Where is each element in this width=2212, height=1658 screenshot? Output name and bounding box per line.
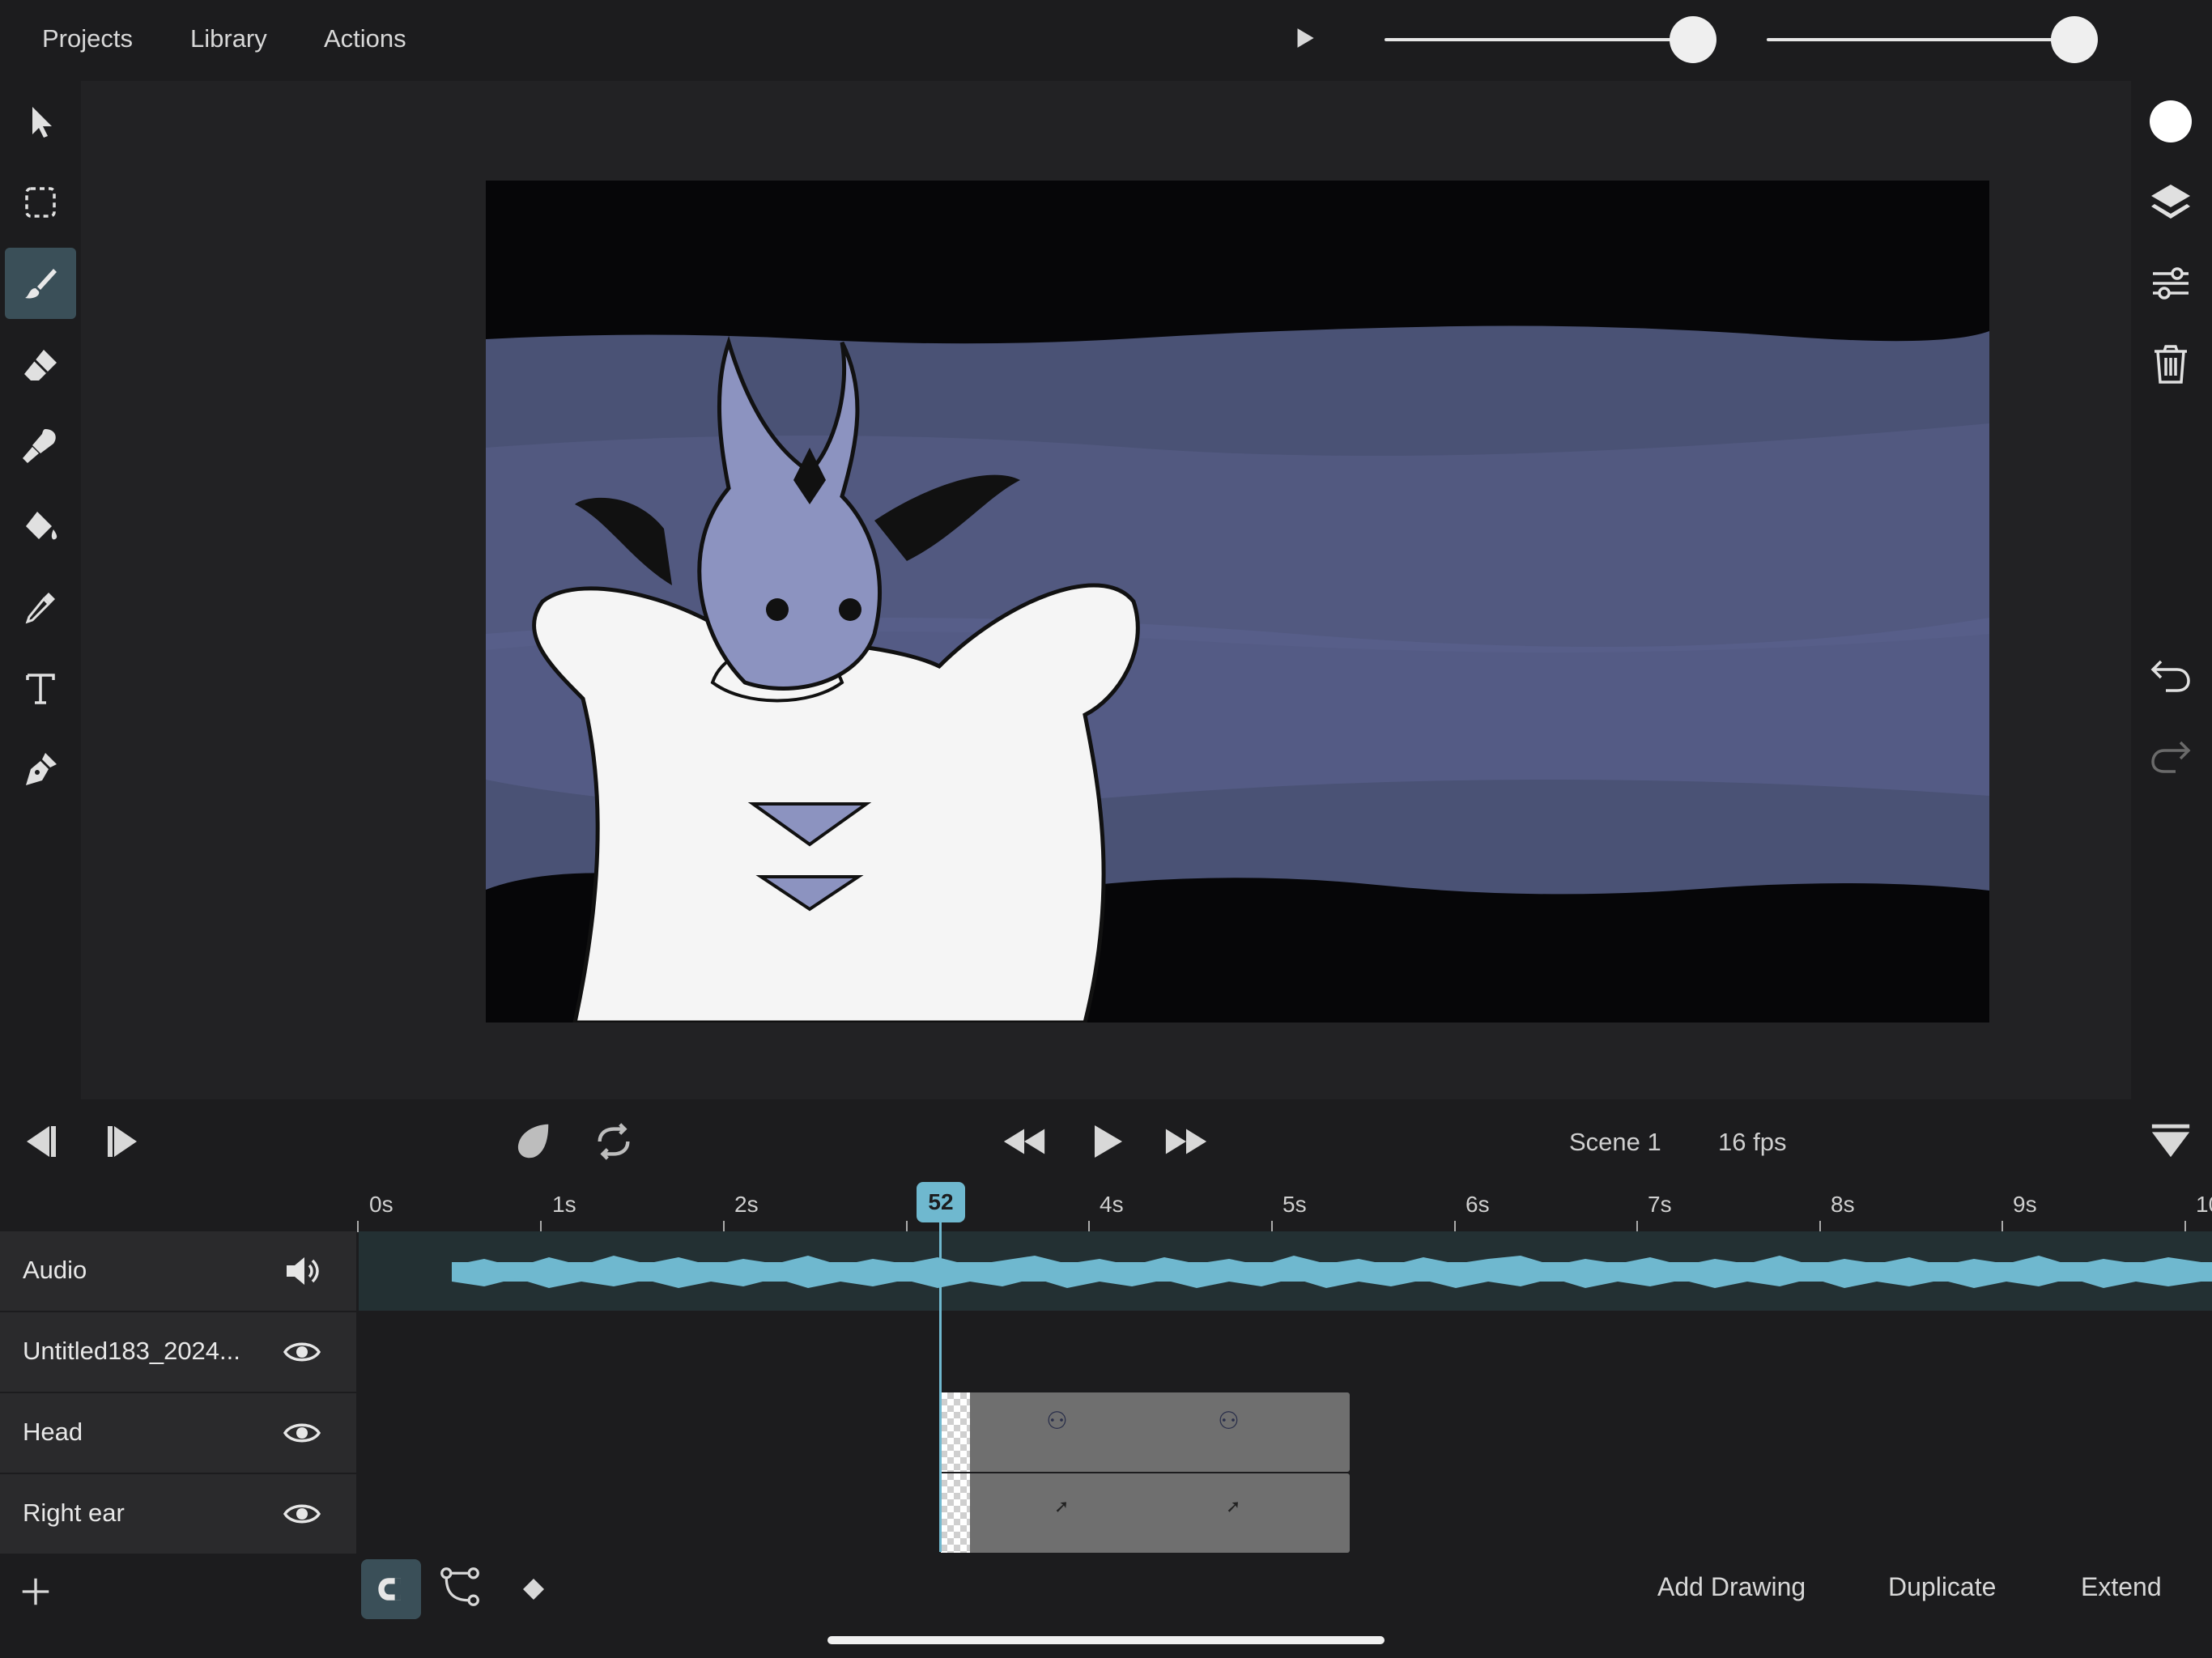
tick-1s: 1s — [552, 1192, 576, 1217]
track-right-ear[interactable]: Right ear — [0, 1474, 356, 1554]
brush-size-slider-knob[interactable] — [1670, 16, 1716, 63]
track-name: Untitled183_2024... — [23, 1337, 240, 1365]
tick-mark — [1819, 1221, 1821, 1232]
collapse-timeline-icon[interactable] — [2146, 1113, 2196, 1170]
motion-path-icon[interactable] — [439, 1566, 487, 1614]
playhead-frame-number: 52 — [928, 1189, 954, 1214]
audio-waveform[interactable] — [452, 1249, 2212, 1295]
tick-8s: 8s — [1831, 1192, 1855, 1217]
eyedropper-icon[interactable] — [5, 572, 76, 643]
add-drawing-button[interactable]: Add Drawing — [1657, 1572, 1806, 1602]
frame-thumbnail — [941, 1473, 970, 1553]
tick-10s: 10s — [2196, 1192, 2212, 1217]
menu-actions[interactable]: Actions — [324, 24, 406, 53]
character-drawing — [532, 335, 1140, 1022]
smudge-icon[interactable] — [5, 410, 76, 481]
select-arrow-icon[interactable] — [5, 86, 76, 157]
playhead-line[interactable] — [939, 1218, 942, 1552]
eraser-icon[interactable] — [5, 329, 76, 400]
brush-size-slider[interactable] — [1385, 38, 1692, 41]
tick-10s-clip: 10s — [2196, 1192, 2212, 1221]
menu-library[interactable]: Library — [190, 24, 267, 53]
marquee-select-icon[interactable] — [5, 167, 76, 238]
undo-icon[interactable] — [2142, 646, 2199, 703]
tick-0s: 0s — [369, 1192, 393, 1217]
tick-7s: 7s — [1648, 1192, 1672, 1217]
add-track-icon[interactable] — [18, 1574, 55, 1611]
brush-icon[interactable] — [5, 248, 76, 319]
tick-mark — [1454, 1221, 1456, 1232]
frame-thumbnail: ➚ — [1226, 1496, 1241, 1516]
adjustments-icon[interactable] — [2142, 255, 2199, 312]
head-drawing-clip[interactable]: ⚇ ⚇ — [941, 1392, 1350, 1472]
track-head[interactable]: Head — [0, 1393, 356, 1473]
keyframe-icon[interactable] — [521, 1577, 547, 1603]
menu-projects[interactable]: Projects — [42, 24, 133, 53]
track-untitled183[interactable]: Untitled183_2024... — [0, 1312, 356, 1392]
track-name: Head — [23, 1418, 83, 1446]
opacity-slider[interactable] — [1767, 38, 2074, 41]
audio-track-lane[interactable] — [359, 1231, 2212, 1311]
tick-mark — [1636, 1221, 1638, 1232]
loop-icon[interactable] — [589, 1113, 638, 1170]
trash-icon[interactable] — [2142, 336, 2199, 393]
frame-thumbnail — [941, 1392, 970, 1472]
tick-9s: 9s — [2013, 1192, 2037, 1217]
duplicate-button[interactable]: Duplicate — [1888, 1572, 1996, 1602]
track-audio[interactable]: Audio — [0, 1231, 356, 1311]
eye-icon[interactable] — [282, 1332, 322, 1372]
tick-mark — [540, 1221, 542, 1232]
right-ear-drawing-clip[interactable]: ➚ ➚ — [941, 1473, 1350, 1553]
speaker-icon[interactable] — [282, 1251, 322, 1291]
play-icon[interactable] — [1089, 1113, 1126, 1170]
tick-mark — [723, 1221, 725, 1232]
fast-forward-icon[interactable] — [1162, 1113, 1210, 1170]
paint-bucket-icon[interactable] — [5, 491, 76, 562]
eye-icon[interactable] — [282, 1413, 322, 1453]
extend-button[interactable]: Extend — [2081, 1572, 2162, 1602]
fps-label[interactable]: 16 fps — [1718, 1128, 1786, 1157]
opacity-slider-knob[interactable] — [2051, 16, 2098, 63]
tick-4s: 4s — [1100, 1192, 1124, 1217]
color-swatch-icon[interactable] — [2142, 93, 2199, 150]
track-name: Audio — [23, 1256, 87, 1284]
tick-5s: 5s — [1283, 1192, 1307, 1217]
tick-mark — [357, 1221, 359, 1232]
frame-thumbnail: ⚇ — [1046, 1408, 1068, 1435]
tick-mark — [2184, 1221, 2186, 1232]
layers-icon[interactable] — [2142, 174, 2199, 231]
redo-icon[interactable] — [2142, 727, 2199, 784]
tick-6s: 6s — [1465, 1192, 1490, 1217]
tick-mark — [1271, 1221, 1273, 1232]
frame-thumbnail: ⚇ — [1218, 1408, 1240, 1435]
text-icon[interactable] — [5, 653, 76, 724]
step-forward-icon[interactable] — [102, 1113, 147, 1170]
pen-icon[interactable] — [5, 733, 76, 805]
step-back-icon[interactable] — [16, 1113, 62, 1170]
snapping-icon[interactable] — [361, 1559, 421, 1619]
frame-thumbnail: ➚ — [1054, 1496, 1070, 1516]
preview-play-icon[interactable] — [1295, 28, 1318, 52]
tick-2s: 2s — [734, 1192, 759, 1217]
home-indicator — [827, 1636, 1385, 1644]
onion-skin-icon[interactable] — [508, 1113, 557, 1170]
tick-mark — [906, 1221, 908, 1232]
track-name: Right ear — [23, 1499, 125, 1527]
rewind-icon[interactable] — [1000, 1113, 1049, 1170]
tick-mark — [1088, 1221, 1090, 1232]
tick-mark — [2001, 1221, 2003, 1232]
scene-label[interactable]: Scene 1 — [1569, 1128, 1661, 1157]
playhead-frame-badge[interactable]: 52 — [917, 1182, 965, 1222]
eye-icon[interactable] — [282, 1494, 322, 1534]
drawing-canvas[interactable] — [486, 181, 1989, 1022]
